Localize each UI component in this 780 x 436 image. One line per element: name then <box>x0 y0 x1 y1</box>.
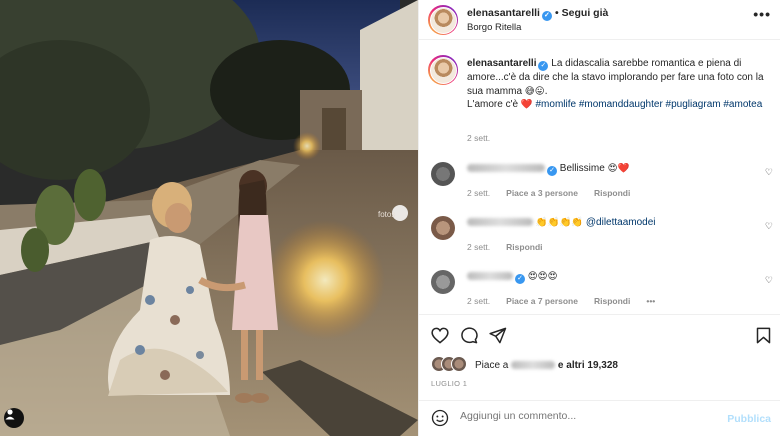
caption-hashtags[interactable]: #momlife #momanddaughter #pugliagram #am… <box>535 99 762 110</box>
blurred-username[interactable] <box>467 164 545 173</box>
comment-time[interactable]: 2 sett. <box>467 296 490 306</box>
comment-text: Bellissime <box>559 163 605 174</box>
caption-line2-text: L'amore c'è <box>467 99 519 110</box>
comment-time[interactable]: 2 sett. <box>467 188 490 198</box>
comment-meta: 2 sett. Piace a 3 persone Rispondi <box>467 188 646 198</box>
author-username[interactable]: elenasantarelli <box>467 7 540 19</box>
comment-like-heart-icon[interactable]: ♡ <box>765 275 773 286</box>
comment-bubble-icon[interactable] <box>460 327 478 344</box>
comment-meta: 2 sett. Rispondi <box>467 242 559 252</box>
comment-body: ✓ Bellissime 😍❤️ <box>467 163 629 176</box>
post-caption: elenasantarelli ✓ La didascalia sarebbe r… <box>467 57 773 112</box>
emoji-smiley-icon[interactable] <box>431 409 449 427</box>
comment-likes[interactable]: Piace a 3 persone <box>506 188 578 198</box>
comment-likes[interactable]: Piace a 7 persone <box>506 296 578 306</box>
share-paper-plane-icon[interactable] <box>489 327 507 344</box>
photo-tag-text: fotos <box>378 210 396 219</box>
caption-emojis: 😅😛. <box>524 85 548 97</box>
comment-like-heart-icon[interactable]: ♡ <box>765 167 773 178</box>
commenter-avatar[interactable] <box>431 270 455 294</box>
publish-button[interactable]: Pubblica <box>727 413 771 425</box>
verified-badge-icon: ✓ <box>541 11 552 21</box>
separator-dot: • <box>554 7 559 19</box>
author-avatar-image <box>429 6 457 34</box>
blurred-liker-name[interactable] <box>511 361 556 370</box>
post-date: LUGLIO 1 <box>431 379 468 388</box>
comment-body: 👏👏👏👏 @dilettaamodei <box>467 217 656 228</box>
comment-verified-badge-icon: ✓ <box>515 274 525 284</box>
blurred-username[interactable] <box>467 272 513 281</box>
reply-button[interactable]: Rispondi <box>506 242 542 252</box>
comment-body: ✓ 😍😍😍 <box>467 271 558 284</box>
commenter-avatar[interactable] <box>431 216 455 240</box>
comment-text[interactable]: @dilettaamodei <box>586 217 656 228</box>
caption-avatar[interactable] <box>428 55 458 85</box>
caption-verified-badge-icon: ✓ <box>538 61 549 71</box>
likes-summary[interactable]: Piace a e altri 19,328 <box>475 360 618 371</box>
comment-time[interactable]: 2 sett. <box>467 242 490 252</box>
reply-button[interactable]: Rispondi <box>594 188 630 198</box>
post-details-panel: elenasantarelli ✓ • Segui già Borgo Ritella… <box>418 0 780 436</box>
reply-button[interactable]: Rispondi <box>594 296 630 306</box>
author-avatar[interactable] <box>428 5 458 35</box>
likes-prefix: Piace a <box>475 360 509 371</box>
comment-emojis: 😍😍😍 <box>527 271 558 282</box>
follow-button[interactable]: Segui già <box>562 7 609 19</box>
comment-verified-badge-icon: ✓ <box>547 166 557 176</box>
post-location[interactable]: Borgo Ritella <box>467 22 521 33</box>
comment-emojis: 👏👏👏👏 <box>535 217 584 228</box>
caption-username[interactable]: elenasantarelli <box>467 58 536 69</box>
more-options-icon[interactable]: ••• <box>753 6 771 22</box>
blurred-username[interactable] <box>467 218 533 227</box>
liker-avatar <box>451 356 467 372</box>
likes-count[interactable]: e altri 19,328 <box>558 360 618 371</box>
photo-scene <box>0 0 418 436</box>
author-line: elenasantarelli ✓ • Segui già <box>467 7 608 21</box>
post-photo[interactable]: fotos <box>0 0 418 436</box>
comment-more-options-icon[interactable]: ••• <box>646 296 655 306</box>
person-icon <box>5 409 15 420</box>
user-tag-icon[interactable] <box>4 408 24 428</box>
like-heart-icon[interactable] <box>431 327 449 344</box>
caption-time[interactable]: 2 sett. <box>467 133 490 143</box>
comment-emojis: 😍❤️ <box>607 163 630 174</box>
post-header: elenasantarelli ✓ • Segui già Borgo Ritella… <box>419 0 780 40</box>
add-comment-bar: Pubblica <box>419 400 780 436</box>
add-comment-input[interactable] <box>460 410 710 422</box>
commenter-avatar[interactable] <box>431 162 455 186</box>
caption-avatar-image <box>429 56 457 84</box>
likers-avatars[interactable] <box>431 356 471 372</box>
caption-heart-emoji: ❤️ <box>520 99 533 110</box>
comment-like-heart-icon[interactable]: ♡ <box>765 221 773 232</box>
comment-meta: 2 sett. Piace a 7 persone Rispondi ••• <box>467 296 671 306</box>
bookmark-icon[interactable] <box>756 327 771 344</box>
